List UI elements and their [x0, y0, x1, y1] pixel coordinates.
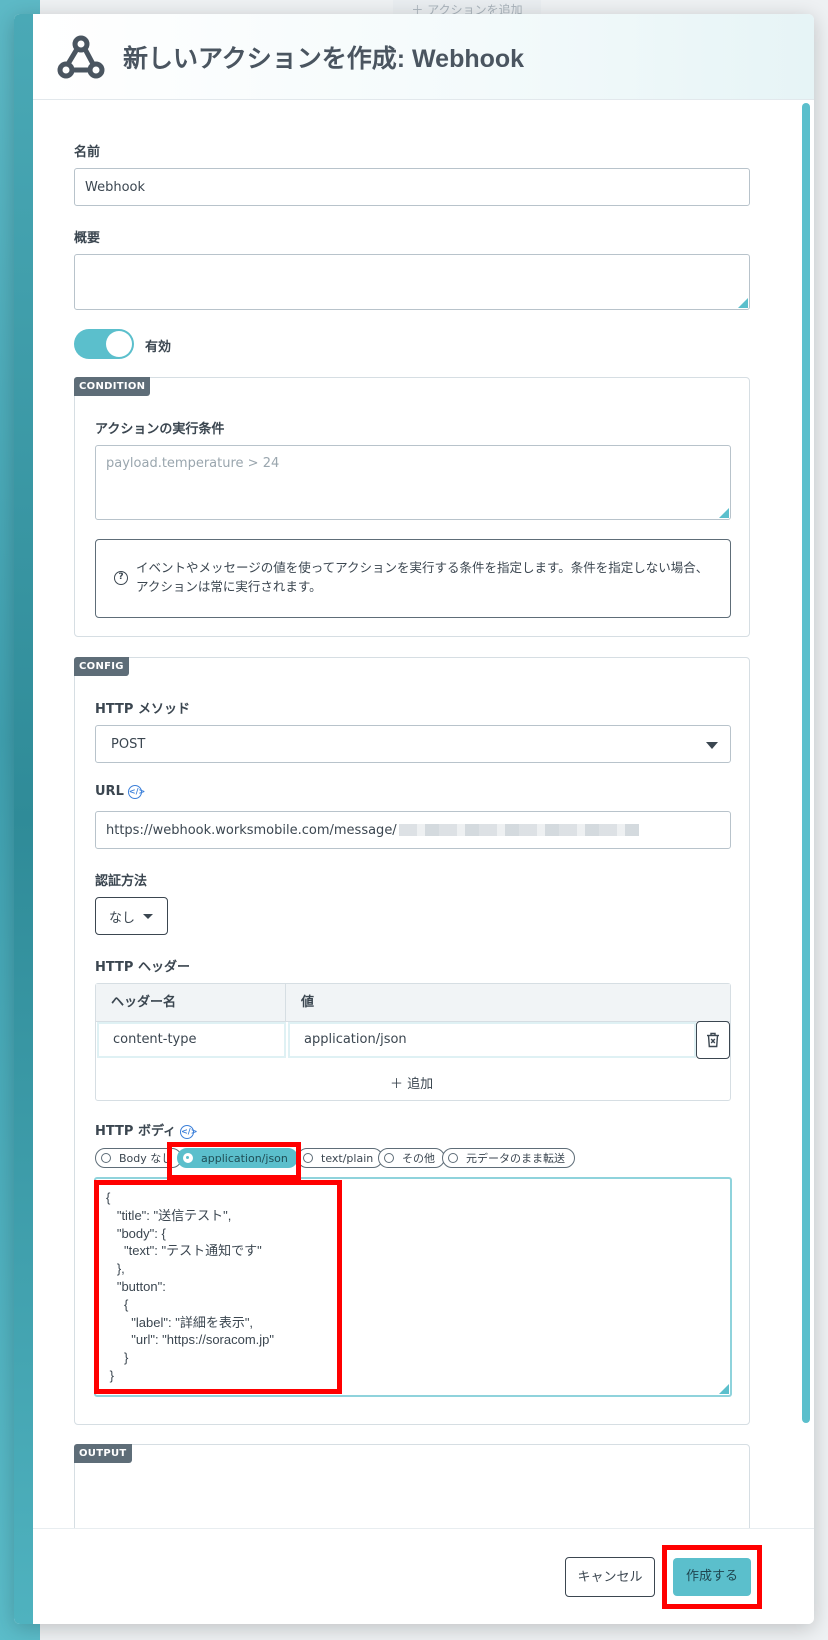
- name-label: 名前: [74, 145, 101, 160]
- radio-icon: [384, 1153, 394, 1163]
- http-body-label: HTTP ボディ </>: [95, 1120, 197, 1139]
- http-method-label: HTTP メソッド: [95, 702, 190, 717]
- toggle-knob: [106, 331, 132, 357]
- radio-icon: [448, 1153, 458, 1163]
- modal-accent-strip: [14, 14, 33, 1624]
- http-method-select[interactable]: POST: [95, 725, 731, 763]
- http-method-value: POST: [111, 736, 146, 752]
- url-value: https://webhook.worksmobile.com/message/: [106, 822, 397, 838]
- add-header-button[interactable]: ＋ 追加: [390, 1073, 433, 1092]
- highlight-body-code: [94, 1180, 342, 1394]
- url-label-text: URL: [95, 784, 124, 799]
- config-tag: CONFIG: [74, 657, 129, 676]
- trash-icon: [707, 1032, 719, 1048]
- resize-handle[interactable]: [719, 508, 729, 518]
- body-option-label: 元データのまま転送: [466, 1152, 565, 1165]
- question-icon: ?: [114, 571, 128, 585]
- webhook-icon: [57, 35, 105, 78]
- url-label: URL </>: [95, 784, 145, 799]
- cancel-button[interactable]: キャンセル: [565, 1557, 655, 1597]
- modal-scrollbar[interactable]: [802, 103, 810, 1423]
- header-value-column: 値: [286, 984, 730, 1022]
- body-option-raw[interactable]: 元データのまま転送: [442, 1148, 575, 1168]
- code-icon[interactable]: </>: [180, 1124, 197, 1139]
- body-option-label: Body なし: [119, 1152, 173, 1165]
- condition-textarea[interactable]: payload.temperature > 24: [95, 445, 731, 520]
- condition-placeholder: payload.temperature > 24: [106, 456, 280, 471]
- body-option-other[interactable]: その他: [378, 1148, 445, 1168]
- highlight-json-option: [167, 1142, 301, 1180]
- resize-handle[interactable]: [738, 298, 748, 308]
- radio-icon: [101, 1153, 111, 1163]
- url-input[interactable]: https://webhook.worksmobile.com/message/: [95, 811, 731, 849]
- enabled-toggle[interactable]: [74, 329, 134, 359]
- auth-label: 認証方法: [95, 874, 148, 889]
- condition-label: アクションの実行条件: [95, 422, 225, 437]
- redacted-url-part: [398, 824, 639, 836]
- config-section: CONFIG HTTP メソッド POST URL </> https://web…: [74, 657, 750, 1425]
- highlight-create-button: [662, 1545, 762, 1609]
- condition-section: CONDITION アクションの実行条件 payload.temperature…: [74, 377, 750, 637]
- resize-handle[interactable]: [719, 1384, 729, 1394]
- modal-footer: キャンセル 作成する: [33, 1528, 814, 1624]
- header-value-input[interactable]: application/json: [288, 1022, 696, 1058]
- condition-tag: CONDITION: [74, 377, 151, 396]
- output-tag: OUTPUT: [74, 1444, 132, 1463]
- summary-textarea[interactable]: [74, 254, 750, 310]
- radio-icon: [303, 1153, 313, 1163]
- condition-help-box: ? イベントやメッセージの値を使ってアクションを実行する条件を指定します。条件を…: [95, 539, 731, 618]
- body-option-label: その他: [402, 1152, 435, 1165]
- chevron-down-icon: [706, 742, 718, 749]
- http-headers-table: ヘッダー名 値 content-type application/json ＋ …: [95, 983, 731, 1101]
- header-name-input[interactable]: content-type: [97, 1022, 286, 1058]
- delete-header-button[interactable]: [696, 1021, 730, 1059]
- enabled-label: 有効: [145, 340, 172, 355]
- summary-label: 概要: [74, 231, 101, 246]
- header-name-column: ヘッダー名: [96, 984, 286, 1022]
- condition-help-text: イベントやメッセージの値を使ってアクションを実行する条件を指定します。条件を指定…: [136, 560, 709, 594]
- modal-title: 新しいアクションを作成: Webhook: [123, 44, 525, 73]
- http-body-label-text: HTTP ボディ: [95, 1124, 177, 1139]
- create-action-modal: 新しいアクションを作成: Webhook 名前 Webhook 概要 有効 CO…: [14, 14, 814, 1624]
- modal-body: 名前 Webhook 概要 有効 CONDITION アクションの実行条件 pa…: [33, 100, 800, 1546]
- code-icon[interactable]: </>: [127, 784, 145, 799]
- http-headers-label: HTTP ヘッダー: [95, 960, 190, 975]
- name-input[interactable]: Webhook: [74, 168, 750, 206]
- auth-dropdown[interactable]: なし: [95, 897, 168, 935]
- body-option-label: text/plain: [321, 1151, 374, 1165]
- modal-header: 新しいアクションを作成: Webhook: [33, 14, 814, 100]
- auth-value: なし: [109, 910, 136, 926]
- body-option-text[interactable]: text/plain: [297, 1148, 384, 1168]
- caret-down-icon: [143, 913, 154, 919]
